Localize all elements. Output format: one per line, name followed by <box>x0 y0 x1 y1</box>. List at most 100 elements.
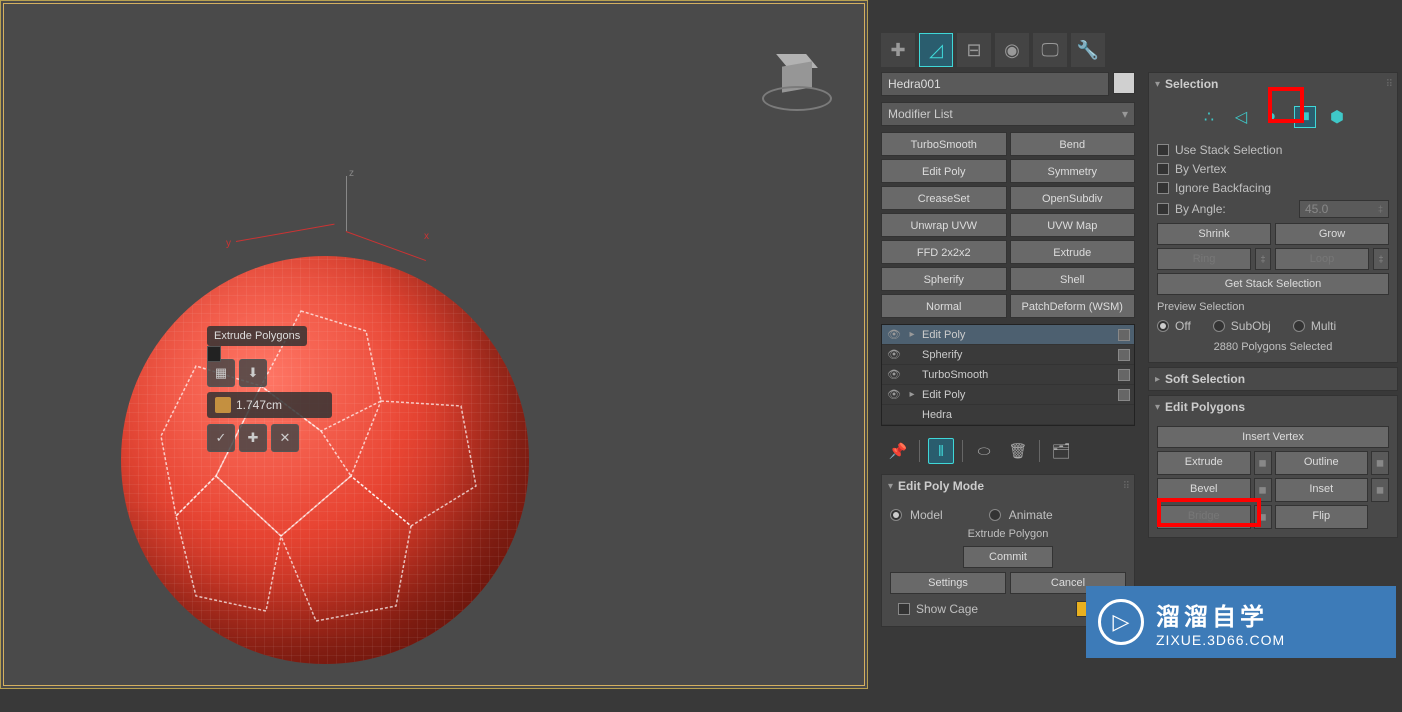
modifier-spherify[interactable]: Spherify <box>881 267 1007 291</box>
animate-radio[interactable] <box>989 509 1001 521</box>
by-vertex-checkbox[interactable] <box>1157 163 1169 175</box>
extrude-settings-button[interactable]: ◼ <box>1254 451 1272 475</box>
bridge-settings-button[interactable]: ◼ <box>1254 505 1272 529</box>
settings-button[interactable]: Settings <box>890 572 1006 594</box>
caddy-normal-icon[interactable]: ⬇ <box>239 359 267 387</box>
bevel-button[interactable]: Bevel <box>1157 478 1251 502</box>
command-panel-tabs: ✚ ◿ ⊟ ◉ 🖵 🔧 <box>877 32 1137 68</box>
configure-sets-icon[interactable]: 🗂 <box>1048 438 1074 464</box>
element-subobj-icon[interactable]: ⬢ <box>1326 106 1348 128</box>
modify-tab[interactable]: ◿ <box>919 33 953 67</box>
caddy-group-icon[interactable]: ▦ <box>207 359 235 387</box>
stack-result-icon[interactable] <box>1118 369 1130 381</box>
hierarchy-tab[interactable]: ⊟ <box>957 33 991 67</box>
bridge-button[interactable]: Bridge <box>1157 505 1251 529</box>
by-angle-label: By Angle: <box>1175 202 1226 216</box>
outline-settings-button[interactable]: ◼ <box>1371 451 1389 475</box>
display-tab[interactable]: 🖵 <box>1033 33 1067 67</box>
modifier-shell[interactable]: Shell <box>1010 267 1136 291</box>
ignore-backfacing-checkbox[interactable] <box>1157 182 1169 194</box>
extrude-caddy[interactable]: Extrude Polygons ▦ ⬇ 1.747cm ✓ ✚ ✕ <box>207 326 332 457</box>
modifier-uvwmap[interactable]: UVW Map <box>1010 213 1136 237</box>
modifier-extrude[interactable]: Extrude <box>1010 240 1136 264</box>
preview-subobj-radio[interactable] <box>1213 320 1225 332</box>
modifier-opensubdiv[interactable]: OpenSubdiv <box>1010 186 1136 210</box>
soft-selection-rollout: Soft Selection <box>1148 367 1398 391</box>
stack-item-editpoly-top[interactable]: 👁 ▸ Edit Poly <box>882 325 1134 345</box>
modifier-editpoly[interactable]: Edit Poly <box>881 159 1007 183</box>
remove-modifier-icon[interactable]: 🗑 <box>1005 438 1031 464</box>
stack-result-icon[interactable] <box>1118 349 1130 361</box>
watermark-cn: 溜溜自学 <box>1156 597 1285 632</box>
stack-item-editpoly-bottom[interactable]: 👁 ▸ Edit Poly <box>882 385 1134 405</box>
outline-button[interactable]: Outline <box>1275 451 1369 475</box>
get-stack-selection-button[interactable]: Get Stack Selection <box>1157 273 1389 295</box>
modifier-unwrapuvw[interactable]: Unwrap UVW <box>881 213 1007 237</box>
viewcube[interactable] <box>767 56 827 116</box>
insert-vertex-button[interactable]: Insert Vertex <box>1157 426 1389 448</box>
loop-button[interactable]: Loop <box>1275 248 1369 270</box>
caddy-height-value[interactable]: 1.747cm <box>207 392 332 418</box>
modifier-patchdeform[interactable]: PatchDeform (WSM) <box>1010 294 1136 318</box>
object-name-input[interactable] <box>881 72 1109 96</box>
show-cage-checkbox[interactable] <box>898 603 910 615</box>
visibility-icon[interactable]: 👁 <box>886 368 902 381</box>
viewport[interactable]: z y x Extrude Polygons ▦ ⬇ 1.747cm <box>0 0 868 689</box>
make-unique-icon[interactable]: ⬭ <box>971 438 997 464</box>
vertex-subobj-icon[interactable]: ∴ <box>1198 106 1220 128</box>
modifier-ffd[interactable]: FFD 2x2x2 <box>881 240 1007 264</box>
ring-button[interactable]: Ring <box>1157 248 1251 270</box>
pin-stack-icon[interactable]: 📌 <box>885 438 911 464</box>
rollout-header[interactable]: Edit Poly Mode ⠿ <box>882 475 1134 497</box>
soccer-ball-mesh[interactable] <box>121 256 529 664</box>
rollout-header[interactable]: Edit Polygons <box>1149 396 1397 418</box>
inset-settings-button[interactable]: ◼ <box>1371 478 1389 502</box>
by-angle-spinner[interactable]: 45.0 <box>1299 200 1389 218</box>
selection-status: 2880 Polygons Selected <box>1157 341 1389 353</box>
stack-item-hedra[interactable]: Hedra <box>882 405 1134 425</box>
polygon-subobj-icon[interactable]: ■ <box>1294 106 1316 128</box>
modifier-turbosmooth[interactable]: TurboSmooth <box>881 132 1007 156</box>
extrude-button[interactable]: Extrude <box>1157 451 1251 475</box>
visibility-icon[interactable]: 👁 <box>886 388 902 401</box>
preview-off-radio[interactable] <box>1157 320 1169 332</box>
stack-item-turbosmooth[interactable]: 👁 TurboSmooth <box>882 365 1134 385</box>
modifier-creaseset[interactable]: CreaseSet <box>881 186 1007 210</box>
modifier-list-dropdown[interactable]: Modifier List <box>881 102 1135 126</box>
ring-spinner[interactable]: ‡ <box>1255 248 1271 270</box>
modifier-normal[interactable]: Normal <box>881 294 1007 318</box>
edge-subobj-icon[interactable]: ◁ <box>1230 106 1252 128</box>
rollout-header[interactable]: Selection ⠿ <box>1149 73 1397 95</box>
stack-item-spherify[interactable]: 👁 Spherify <box>882 345 1134 365</box>
stack-result-icon[interactable] <box>1118 389 1130 401</box>
model-radio[interactable] <box>890 509 902 521</box>
commit-button[interactable]: Commit <box>963 546 1053 568</box>
modifier-symmetry[interactable]: Symmetry <box>1010 159 1136 183</box>
visibility-icon[interactable]: 👁 <box>886 328 902 341</box>
bevel-settings-button[interactable]: ◼ <box>1254 478 1272 502</box>
show-end-result-icon[interactable]: ‖ <box>928 438 954 464</box>
preview-multi-radio[interactable] <box>1293 320 1305 332</box>
caddy-apply-button[interactable]: ✚ <box>239 424 267 452</box>
motion-tab[interactable]: ◉ <box>995 33 1029 67</box>
shrink-button[interactable]: Shrink <box>1157 223 1271 245</box>
loop-spinner[interactable]: ‡ <box>1373 248 1389 270</box>
grow-button[interactable]: Grow <box>1275 223 1389 245</box>
modifier-bend[interactable]: Bend <box>1010 132 1136 156</box>
caddy-ok-button[interactable]: ✓ <box>207 424 235 452</box>
flip-button[interactable]: Flip <box>1275 505 1369 529</box>
visibility-icon[interactable]: 👁 <box>886 348 902 361</box>
caddy-cancel-button[interactable]: ✕ <box>271 424 299 452</box>
use-stack-checkbox[interactable] <box>1157 144 1169 156</box>
border-subobj-icon[interactable]: ◗ <box>1262 106 1284 128</box>
utilities-tab[interactable]: 🔧 <box>1071 33 1105 67</box>
object-color-swatch[interactable] <box>1113 72 1135 94</box>
create-tab[interactable]: ✚ <box>881 33 915 67</box>
stack-result-icon[interactable] <box>1118 329 1130 341</box>
expand-icon[interactable]: ▸ <box>907 389 917 400</box>
rollout-header[interactable]: Soft Selection <box>1149 368 1397 390</box>
inset-button[interactable]: Inset <box>1275 478 1369 502</box>
caddy-text-cursor[interactable] <box>207 346 221 362</box>
by-angle-checkbox[interactable] <box>1157 203 1169 215</box>
expand-icon[interactable]: ▸ <box>907 329 917 340</box>
